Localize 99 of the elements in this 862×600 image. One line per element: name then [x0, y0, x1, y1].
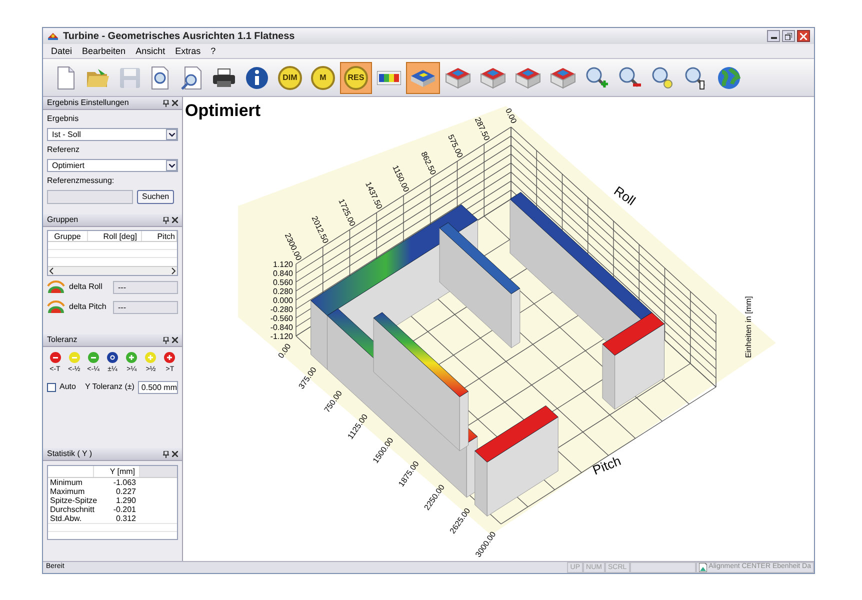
document-icon: [56, 66, 76, 90]
pin-icon[interactable]: [163, 450, 169, 458]
close-icon[interactable]: [172, 451, 178, 457]
z-tick-label: 1.120: [272, 260, 293, 269]
panel-title: Ergebnis Einstellungen: [47, 99, 129, 107]
pin-icon[interactable]: [163, 216, 169, 224]
input-field[interactable]: [47, 190, 133, 204]
z-tick-label: 0.000: [272, 296, 293, 305]
table-cell-text: Std.Abw.: [49, 514, 83, 523]
menu-item[interactable]: ?: [210, 46, 216, 56]
close-button[interactable]: [797, 30, 810, 42]
zoom-in-icon: [585, 66, 609, 90]
table-header-cell: [140, 466, 177, 477]
app-logo-icon: [47, 31, 59, 41]
globe-icon: [717, 66, 741, 90]
menu-item[interactable]: Datei: [51, 46, 72, 56]
table-cell-text: Minimum: [49, 478, 84, 487]
search-button[interactable]: Suchen: [137, 190, 174, 204]
box-3d-icon: [550, 66, 576, 88]
menu-item[interactable]: Bearbeiten: [82, 46, 126, 56]
document-icon: [698, 563, 707, 572]
toolbar-button[interactable]: RES: [340, 62, 372, 94]
field-label: Ergebnis: [47, 113, 80, 125]
deviation-map-icon: [47, 280, 65, 294]
auto-checkbox[interactable]: [47, 382, 56, 392]
plus-icon: [148, 355, 154, 360]
field-label: Referenz: [47, 144, 80, 156]
panel-title: Statistik ( Y ): [47, 450, 92, 458]
table-cell-text: Durchschnitt: [49, 505, 94, 514]
caret-icon: [168, 164, 174, 168]
delta-value-field: ---: [113, 280, 178, 294]
ring-icon: [110, 355, 115, 360]
minus-icon: [52, 356, 58, 358]
table-cell-text: -1.063: [112, 478, 137, 487]
minus-icon: [90, 356, 96, 358]
window-title: Turbine - Geometrisches Ausrichten 1.1 Flatness: [63, 30, 295, 44]
box-3d-icon: [480, 66, 506, 88]
z-tick-label: -0.560: [270, 314, 293, 323]
magnifier-face-icon: [651, 66, 675, 90]
page-magnifier-icon: [181, 66, 203, 90]
box-3d-icon: [445, 66, 471, 88]
table-cell-text: 0.227: [114, 487, 137, 496]
scroll-right-icon[interactable]: [169, 267, 177, 275]
menu-item[interactable]: Extras: [175, 46, 201, 56]
info-icon: [245, 66, 269, 90]
pin-icon[interactable]: [163, 336, 169, 344]
menu-item[interactable]: Ansicht: [136, 46, 166, 56]
minus-icon: [72, 356, 77, 358]
z-tick-label: 0.280: [272, 287, 293, 296]
input-field[interactable]: 0.500 mm: [138, 380, 178, 394]
restore-icon: [785, 32, 792, 40]
table-cell-text: -0.201: [112, 505, 137, 514]
z-tick-label: 0.560: [272, 278, 293, 287]
panel-title: Toleranz: [47, 336, 78, 344]
checkbox-label: Auto: [60, 381, 76, 393]
table-cell-text: 0.312: [114, 514, 137, 523]
horizontal-scrollbar[interactable]: [48, 266, 177, 275]
roll-tick-label: 0.00: [504, 106, 518, 125]
plus-icon: [167, 355, 172, 360]
roll-axis-label: Roll: [611, 183, 638, 208]
zoom-out-icon: [618, 66, 642, 90]
field-label: Referenzmessung:: [47, 175, 116, 187]
delta-label: delta Pitch: [69, 301, 108, 313]
deviation-map-icon: [47, 300, 65, 314]
z-axis-label: Einheiten in [mm]: [744, 296, 753, 358]
color-scale-icon: [377, 70, 401, 84]
field-label: Y Toleranz (±): [84, 381, 134, 393]
table-cell-text: Maximum: [49, 487, 86, 496]
caret-icon: [168, 132, 174, 136]
dropdown-button[interactable]: [166, 160, 177, 171]
minimize-icon: [770, 37, 776, 39]
folder-icon: [86, 66, 110, 88]
panel-title: Gruppen: [47, 216, 78, 224]
close-icon[interactable]: [172, 100, 178, 106]
scroll-left-icon[interactable]: [48, 267, 56, 275]
delta-label: delta Roll: [69, 281, 104, 293]
z-tick-label: -0.840: [270, 323, 293, 332]
restore-button[interactable]: [782, 30, 795, 42]
column-header[interactable]: Pitch: [142, 231, 177, 241]
z-tick-label: -0.280: [270, 305, 293, 314]
pin-icon[interactable]: [163, 100, 169, 106]
select-field[interactable]: Optimiert: [47, 159, 178, 172]
z-tick-label: -1.120: [270, 332, 293, 341]
select-field[interactable]: Ist - Soll: [47, 128, 178, 141]
close-icon[interactable]: [172, 217, 178, 223]
plus-icon: [129, 355, 134, 360]
surface-3d-icon: [410, 68, 436, 88]
close-icon[interactable]: [172, 337, 178, 343]
dropdown-button[interactable]: [166, 129, 177, 140]
z-tick-label: 0.840: [272, 269, 293, 278]
column-header[interactable]: Gruppe: [48, 231, 88, 241]
box-3d-icon: [515, 66, 541, 88]
column-header[interactable]: Roll [deg]: [88, 231, 142, 241]
pitch-axis-label: Pitch: [590, 453, 623, 478]
delta-value-field: ---: [113, 300, 178, 314]
plot-title: Optimiert: [185, 100, 261, 122]
close-icon: [800, 32, 807, 40]
minimize-button[interactable]: [767, 30, 780, 42]
printer-icon: [212, 68, 236, 88]
